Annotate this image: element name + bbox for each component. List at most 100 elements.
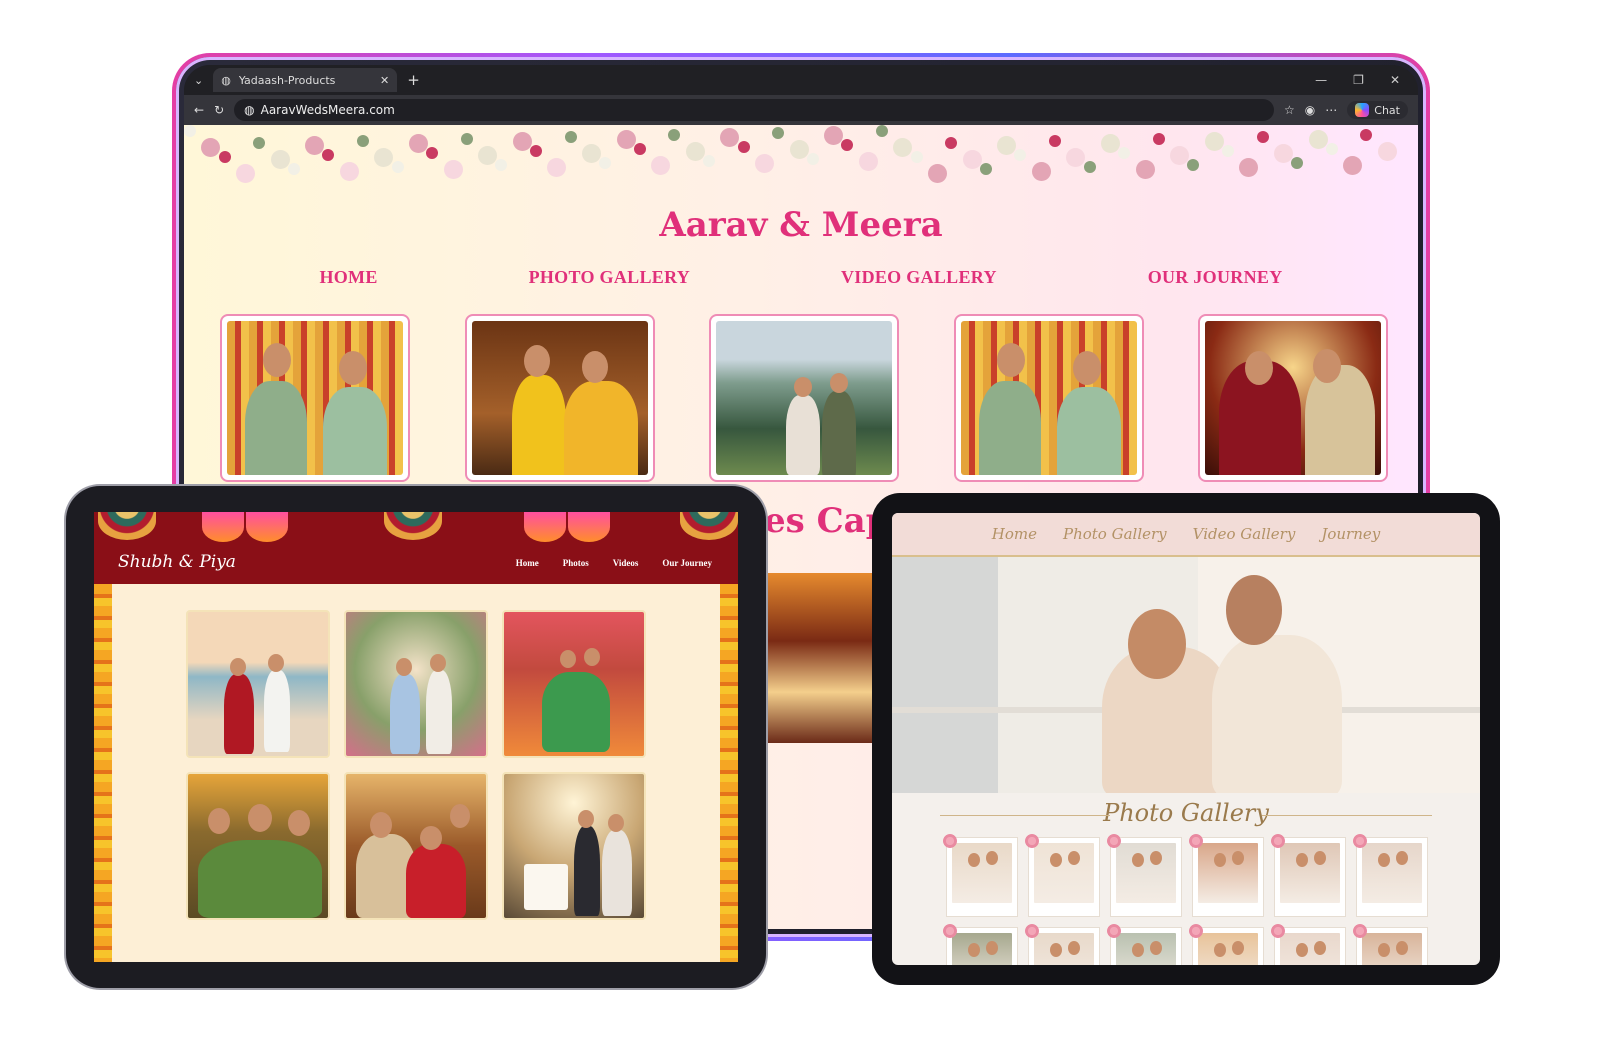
flower-decoration (1170, 146, 1190, 165)
star-icon[interactable]: ☆ (1284, 103, 1295, 117)
rose-decoration (1189, 834, 1203, 848)
product-mockup-composition: ⌄ ◍ Yadaash-Products ✕ + — ❐ ✕ ← ↻ ◍ Aar… (0, 0, 1600, 1059)
flower-decoration (1066, 148, 1086, 167)
restore-icon[interactable]: ❐ (1353, 73, 1364, 87)
photo-blessing[interactable] (344, 772, 488, 920)
rose-decoration (1271, 924, 1285, 938)
close-icon[interactable]: ✕ (380, 74, 389, 87)
gallery-thumbnail[interactable] (1107, 834, 1182, 917)
photo-grid (186, 610, 646, 920)
flower-decoration (1377, 142, 1397, 161)
photo-card[interactable] (464, 314, 655, 482)
profile-icon[interactable]: ◉ (1305, 103, 1315, 117)
photo-card[interactable] (1198, 314, 1388, 482)
floral-garland (184, 125, 1418, 189)
flower-decoration (201, 138, 221, 157)
window-controls: — ❐ ✕ (1315, 73, 1408, 87)
mandala-decoration (680, 512, 738, 540)
flower-decoration (703, 155, 715, 167)
url-input[interactable]: ◍ AaravWedsMeera.com (234, 99, 1275, 121)
nav-home[interactable]: HOME (319, 267, 377, 288)
photo-sangeet[interactable] (502, 610, 646, 758)
photo-mountain-couple (716, 321, 892, 475)
flower-decoration (997, 136, 1017, 155)
nav-home[interactable]: Home (992, 525, 1037, 543)
thumbnail-photo (1116, 933, 1176, 965)
nav-photos[interactable]: Photos (563, 558, 589, 568)
gallery-thumbnail[interactable] (1025, 834, 1100, 917)
flower-decoration (616, 130, 636, 149)
new-tab-icon[interactable]: + (407, 71, 420, 89)
site-brand[interactable]: Shubh & Piya (118, 552, 236, 572)
flower-decoration (599, 157, 612, 169)
back-icon[interactable]: ← (194, 103, 204, 117)
photo-reception-cake[interactable] (502, 772, 646, 920)
photo-garden-couple[interactable] (344, 610, 488, 758)
flower-decoration (754, 154, 774, 173)
gallery-thumbnail[interactable] (1189, 924, 1264, 965)
flower-decoration (1031, 162, 1051, 181)
flower-decoration (806, 153, 819, 165)
flower-decoration (772, 127, 785, 139)
photo-beach-couple[interactable] (186, 610, 330, 758)
flower-decoration (668, 129, 681, 141)
flower-decoration (1273, 144, 1293, 163)
flower-decoration (235, 164, 255, 183)
flower-decoration (1049, 135, 1061, 147)
gallery-thumbnail[interactable] (1353, 834, 1428, 917)
window-close-icon[interactable]: ✕ (1390, 73, 1400, 87)
gallery-thumbnail[interactable] (1025, 924, 1100, 965)
gallery-thumbnail[interactable] (1271, 834, 1346, 917)
rose-decoration (1353, 924, 1367, 938)
site-nav: Home Photo Gallery Video Gallery Journey (892, 513, 1480, 557)
lantern-decoration (246, 512, 288, 542)
marigold-border-left (94, 584, 112, 962)
browser-tab[interactable]: ◍ Yadaash-Products ✕ (213, 68, 398, 92)
thumbnail-photo (1198, 843, 1258, 903)
nav-video-gallery[interactable]: VIDEO GALLERY (841, 267, 997, 288)
photo-card[interactable] (709, 314, 899, 482)
nav-photo-gallery[interactable]: Photo Gallery (1063, 525, 1167, 543)
photo-card[interactable] (220, 314, 410, 482)
flower-decoration (184, 125, 196, 137)
thumbnail-photo (1034, 933, 1094, 965)
gallery-thumbnail[interactable] (943, 834, 1018, 917)
thumbnail-photo (1362, 933, 1422, 965)
flower-decoration (1100, 134, 1120, 153)
rose-decoration (1025, 834, 1039, 848)
minimize-icon[interactable]: — (1315, 73, 1327, 87)
nav-journey[interactable]: Journey (1321, 525, 1380, 543)
more-icon[interactable]: ⋯ (1325, 103, 1337, 117)
marigold-border-right (720, 584, 738, 962)
thumbnail-photo (1116, 843, 1176, 903)
photo-card[interactable] (953, 314, 1144, 482)
url-text: AaravWedsMeera.com (260, 103, 395, 117)
browser-tab-title: Yadaash-Products (238, 73, 336, 87)
gallery-thumbnail[interactable] (1189, 834, 1264, 917)
rose-decoration (1107, 834, 1121, 848)
nav-home[interactable]: Home (516, 558, 539, 568)
gallery-thumbnail[interactable] (943, 924, 1018, 965)
flower-decoration (357, 135, 369, 147)
thumbnail-grid (943, 834, 1428, 965)
site-header: Shubh & Piya Home Photos Videos Our Jour… (94, 512, 738, 584)
nav-photo-gallery[interactable]: PHOTO GALLERY (529, 267, 690, 288)
flower-decoration (253, 137, 266, 149)
flower-decoration (1222, 145, 1234, 157)
flower-decoration (841, 139, 854, 151)
tablet-left-device: Shubh & Piya Home Photos Videos Our Jour… (66, 486, 766, 988)
gallery-thumbnail[interactable] (1271, 924, 1346, 965)
nav-our-journey[interactable]: OUR JOURNEY (1148, 267, 1283, 288)
chevron-down-icon[interactable]: ⌄ (194, 74, 203, 87)
lantern-decoration (202, 512, 244, 542)
nav-videos[interactable]: Videos (613, 558, 639, 568)
gallery-thumbnail[interactable] (1107, 924, 1182, 965)
chat-button[interactable]: Chat (1347, 101, 1408, 119)
nav-our-journey[interactable]: Our Journey (662, 558, 712, 568)
flower-decoration (1083, 161, 1096, 173)
cake (524, 864, 568, 910)
nav-video-gallery[interactable]: Video Gallery (1193, 525, 1296, 543)
gallery-thumbnail[interactable] (1353, 924, 1428, 965)
refresh-icon[interactable]: ↻ (214, 103, 224, 117)
photo-bridesmaids[interactable] (186, 772, 330, 920)
